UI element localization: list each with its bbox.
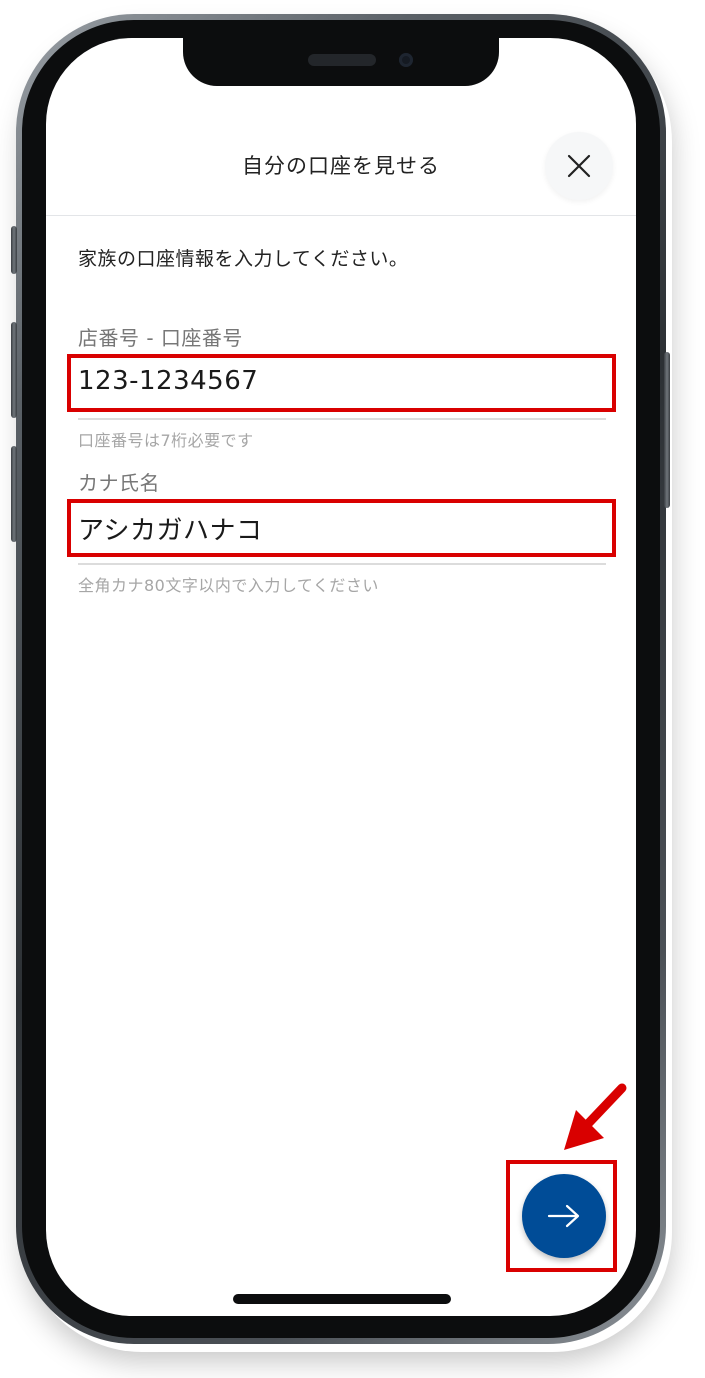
power-button [664, 352, 670, 508]
front-camera [399, 53, 413, 67]
kana-name-hint: 全角カナ80文字以内で入力してください [78, 576, 379, 595]
kana-name-label: カナ氏名 [78, 471, 160, 495]
volume-up-button [11, 322, 17, 418]
account-number-hint: 口座番号は7桁必要です [78, 431, 254, 450]
account-number-underline [78, 418, 606, 420]
instruction-text: 家族の口座情報を入力してください。 [78, 248, 409, 270]
account-number-highlight-box [67, 354, 616, 412]
account-number-label: 店番号 - 口座番号 [78, 326, 243, 350]
phone-screen: 自分の口座を見せる 家族の口座情報を入力してください。 店番号 - 口座番号 1… [46, 38, 636, 1316]
earpiece-speaker [308, 54, 376, 66]
next-button-highlight-box [506, 1160, 617, 1272]
mute-switch [11, 226, 17, 274]
close-button[interactable] [545, 132, 613, 200]
header-divider [46, 215, 636, 216]
volume-down-button [11, 446, 17, 542]
close-icon [567, 154, 591, 178]
kana-name-highlight-box [67, 499, 616, 557]
home-indicator [233, 1294, 451, 1304]
screenshot-stage: 自分の口座を見せる 家族の口座情報を入力してください。 店番号 - 口座番号 1… [0, 0, 705, 1378]
notch [183, 38, 499, 86]
kana-name-underline [78, 563, 606, 565]
pointer-arrow-icon [564, 1083, 627, 1150]
